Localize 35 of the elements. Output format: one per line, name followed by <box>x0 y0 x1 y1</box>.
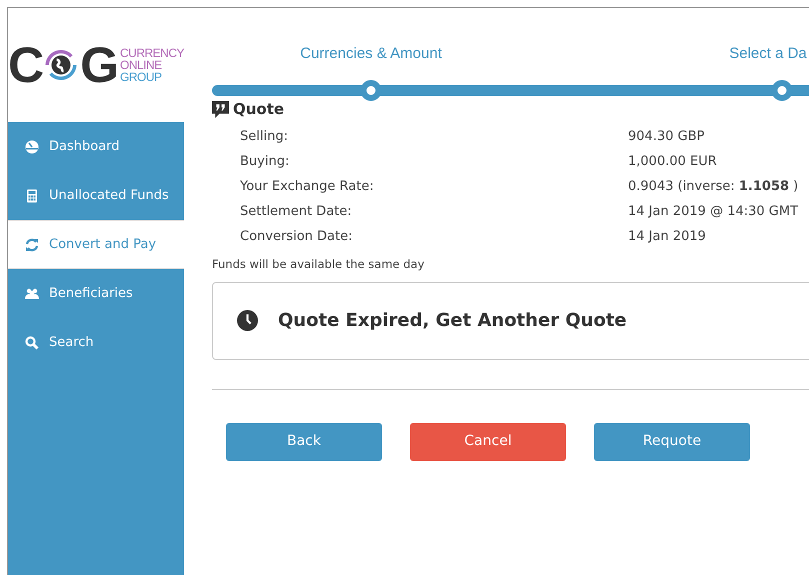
search-icon <box>25 336 39 350</box>
field-label: Your Exchange Rate: <box>240 178 375 196</box>
field-label: Selling: <box>240 128 289 146</box>
sidebar-item[interactable]: Beneficiaries <box>8 269 184 318</box>
section-title: Quote <box>233 99 284 120</box>
sidebar-item[interactable]: Unallocated Funds <box>8 171 184 220</box>
field-label: Conversion Date: <box>240 228 354 246</box>
step-label: Currencies & Amount <box>300 44 442 64</box>
clock-icon <box>237 310 258 332</box>
logo-tagline: ONLINE <box>120 59 163 71</box>
logo-letter: C <box>8 40 42 90</box>
field-value: 0.9043 (inverse: 1.1058 ) <box>628 178 798 196</box>
step-label: Select a Da <box>729 44 807 64</box>
alert-message: Quote Expired, Get Another Quote <box>278 309 627 334</box>
logo-letter: G <box>80 40 117 90</box>
gauge-icon <box>25 140 39 154</box>
calculator-icon <box>25 188 39 202</box>
action-button[interactable]: Back <box>226 422 382 461</box>
sidebar-item[interactable]: Dashboard <box>8 122 184 171</box>
cancel-button[interactable]: Cancel <box>410 422 566 461</box>
people-icon <box>25 286 39 300</box>
field-value: 14 Jan 2019 @ 14:30 GMT <box>628 203 798 222</box>
sidebar-item[interactable]: Search <box>8 318 184 367</box>
field-value: 1,000.00 EUR <box>628 153 717 172</box>
quote-icon <box>212 100 229 118</box>
info-text: Funds will be available the same day <box>212 256 426 272</box>
field-label: Buying: <box>240 153 290 172</box>
logo-tagline: GROUP <box>120 71 162 83</box>
field-value: 904.30 GBP <box>628 128 704 146</box>
refresh-icon <box>25 238 39 252</box>
sidebar-item[interactable]: Convert and Pay <box>8 220 184 269</box>
field-label: Settlement Date: <box>240 203 353 222</box>
field-value: 14 Jan 2019 <box>628 228 706 246</box>
action-button[interactable]: Requote <box>594 422 750 461</box>
logo-tagline: CURRENCY <box>120 47 184 59</box>
